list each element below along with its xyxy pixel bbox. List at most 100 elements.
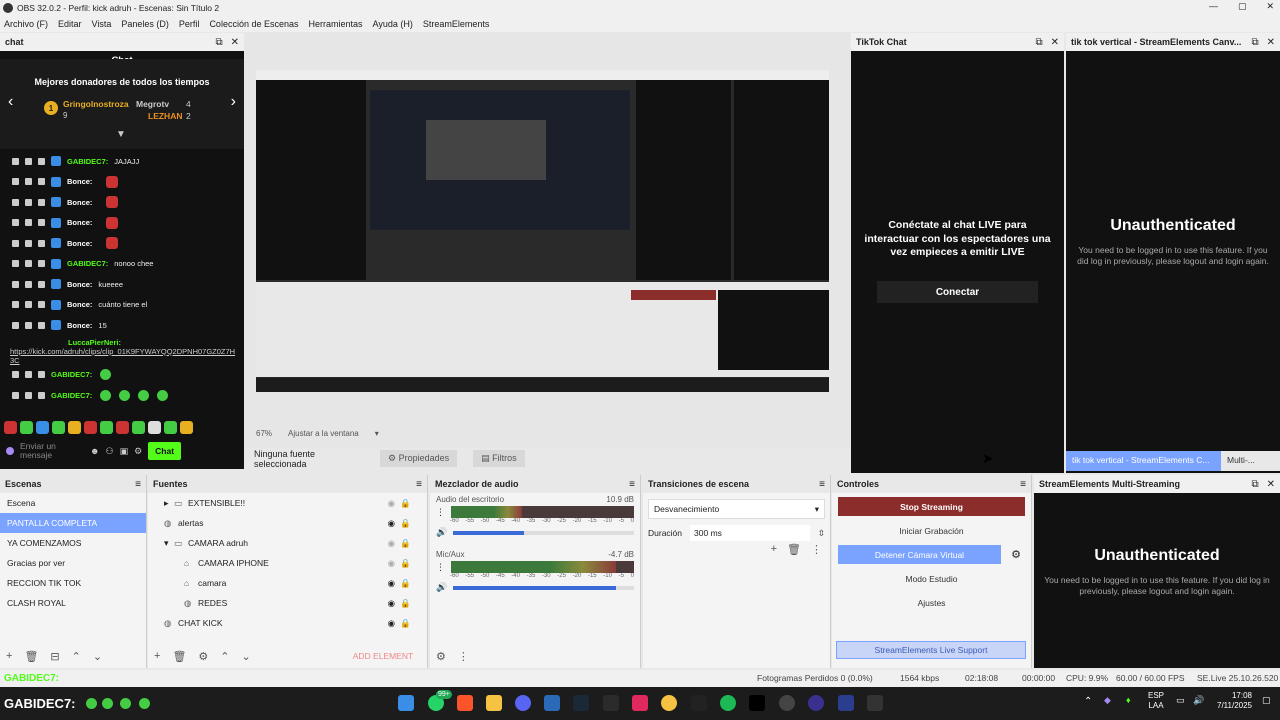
source-item[interactable]: ▸ ▭ EXTENSIBLE!! ◉ 🔒 (148, 493, 427, 513)
add-element-button[interactable]: ADD ELEMENT (353, 651, 413, 661)
volume-icon[interactable]: 🔊 (436, 527, 447, 538)
expand-arrow-icon[interactable]: ▸ (164, 498, 174, 509)
ban-icon[interactable] (38, 198, 45, 206)
gear-icon[interactable]: ⚙ (1007, 545, 1025, 564)
send-chat-button[interactable]: Chat (148, 442, 182, 460)
store-icon[interactable]: ▣ (120, 446, 129, 457)
transition-select[interactable]: Desvanecimiento ▾ (648, 499, 825, 519)
menu-editar[interactable]: Editar (54, 19, 86, 29)
language-indicator[interactable]: ESP LAA (1148, 691, 1164, 712)
close-icon[interactable]: ✕ (1267, 479, 1275, 490)
visibility-eye-icon[interactable]: ◉ (388, 598, 395, 609)
trash-icon[interactable]: 🗑 (172, 650, 186, 663)
scene-item[interactable]: PANTALLA COMPLETA (0, 513, 146, 533)
studio-mode-button[interactable]: Modo Estudio (838, 569, 1025, 588)
delete-icon[interactable] (12, 178, 19, 186)
fit-select[interactable]: Ajustar a la ventana (288, 429, 359, 438)
timeout-icon[interactable] (25, 391, 32, 399)
photoshop-icon[interactable] (838, 695, 854, 711)
delete-icon[interactable] (12, 198, 19, 206)
scene-item[interactable]: CLASH ROYAL (0, 593, 146, 613)
lock-icon[interactable]: 🔒 (400, 598, 411, 609)
source-item[interactable]: ⌂ CAMARA IPHONE ◉ 🔒 (148, 553, 427, 573)
spotify-icon[interactable] (720, 695, 736, 711)
more-options-icon[interactable]: ⋮ (436, 562, 445, 573)
lock-icon[interactable]: 🔒 (400, 538, 411, 549)
photos-icon[interactable] (544, 695, 560, 711)
lock-icon[interactable]: 🔒 (400, 618, 411, 629)
smiley-icon[interactable]: ☻ (90, 446, 99, 456)
stop-streaming-button[interactable]: Stop Streaming (838, 497, 1025, 516)
tab-tiktok-vertical[interactable]: tik tok vertical - StreamElements C... (1066, 451, 1221, 471)
add-icon[interactable]: + (771, 543, 777, 556)
chat-username[interactable]: Bonce: (67, 177, 92, 186)
maximize-button[interactable]: ▢ (1238, 1, 1247, 12)
capcut-icon[interactable] (691, 695, 707, 711)
settings-button[interactable]: Ajustes (838, 593, 1025, 612)
menu-paneles[interactable]: Paneles (D) (117, 19, 173, 29)
steam-icon[interactable] (573, 695, 589, 711)
minimize-button[interactable]: — (1209, 1, 1218, 12)
menu-ayuda[interactable]: Ayuda (H) (369, 19, 417, 29)
emote-icon[interactable] (36, 421, 49, 434)
preview-canvas[interactable] (256, 70, 829, 392)
expand-arrow-icon[interactable]: ▾ (164, 538, 174, 549)
menu-icon[interactable]: ≡ (819, 479, 825, 490)
source-item[interactable]: ◍ alertas ◉ 🔒 (148, 513, 427, 533)
trash-icon[interactable]: 🗑 (24, 650, 38, 663)
chat-username[interactable]: Bonce: (67, 321, 92, 330)
filter-icon[interactable]: ⊟ (50, 650, 59, 663)
filters-button[interactable]: ▤ Filtros (473, 450, 525, 467)
emote-icon[interactable] (52, 421, 65, 434)
volume-slider[interactable] (453, 530, 634, 535)
properties-button[interactable]: ⚙ Propiedades (380, 450, 458, 467)
timeout-icon[interactable] (25, 239, 32, 247)
chat-link[interactable]: https://kick.com/adruh/clips/clip_01K9FY… (10, 347, 238, 365)
close-icon[interactable]: ✕ (1267, 37, 1275, 48)
menu-coleccion-escenas[interactable]: Colección de Escenas (205, 19, 302, 29)
emote-icon[interactable] (180, 421, 193, 434)
menu-archivo[interactable]: Archivo (F) (0, 19, 52, 29)
prev-arrow-icon[interactable]: ‹ (8, 93, 13, 111)
ban-icon[interactable] (38, 391, 45, 399)
delete-icon[interactable] (12, 391, 19, 399)
file-explorer-icon[interactable] (486, 695, 502, 711)
float-icon[interactable]: ⧉ (215, 37, 222, 48)
chat-username[interactable]: Bonce: (67, 280, 92, 289)
ban-icon[interactable] (38, 301, 45, 309)
timeout-icon[interactable] (25, 219, 32, 227)
visibility-eye-icon[interactable]: ◉ (388, 498, 395, 509)
volume-icon[interactable]: 🔊 (1193, 695, 1204, 706)
timeout-icon[interactable] (25, 157, 32, 165)
volume-icon[interactable]: 🔊 (436, 582, 447, 593)
delete-icon[interactable] (12, 321, 19, 329)
chat-username[interactable]: GABIDEC7: (51, 391, 92, 400)
chat-username[interactable]: Bonce: (67, 300, 92, 309)
delete-icon[interactable] (12, 280, 19, 288)
visibility-eye-icon[interactable]: ◉ (388, 558, 395, 569)
network-icon[interactable]: ▭ (1176, 695, 1185, 706)
lock-icon[interactable]: 🔒 (400, 498, 411, 509)
scene-item[interactable]: Escena (0, 493, 146, 513)
scene-item[interactable]: YA COMENZAMOS (0, 533, 146, 553)
mixer-settings-icon[interactable]: ⚙ (436, 650, 446, 663)
menu-streamelements[interactable]: StreamElements (419, 19, 494, 29)
menu-perfil[interactable]: Perfil (175, 19, 204, 29)
source-item[interactable]: ▾ ▭ CAMARA adruh ◉ 🔒 (148, 533, 427, 553)
ban-icon[interactable] (38, 280, 45, 288)
more-options-icon[interactable]: ⋮ (436, 507, 445, 518)
chat-username[interactable]: GABIDEC7: (67, 259, 108, 268)
visibility-eye-icon[interactable]: ◉ (388, 518, 395, 529)
duration-input[interactable]: 300 ms (690, 525, 810, 541)
timeout-icon[interactable] (25, 260, 32, 268)
trash-icon[interactable]: 🗑 (787, 543, 801, 556)
up-arrow-icon[interactable]: ⌃ (220, 650, 229, 663)
tiktok-icon[interactable] (749, 695, 765, 711)
tray-app-icon[interactable]: ◆ (1104, 695, 1111, 706)
scene-item[interactable]: Gracias por ver (0, 553, 146, 573)
chat-username[interactable]: Bonce: (67, 218, 92, 227)
notifications-icon[interactable]: ▢ (1262, 695, 1271, 706)
brave-icon[interactable] (457, 695, 473, 711)
timeout-icon[interactable] (25, 198, 32, 206)
lock-icon[interactable]: 🔒 (400, 558, 411, 569)
